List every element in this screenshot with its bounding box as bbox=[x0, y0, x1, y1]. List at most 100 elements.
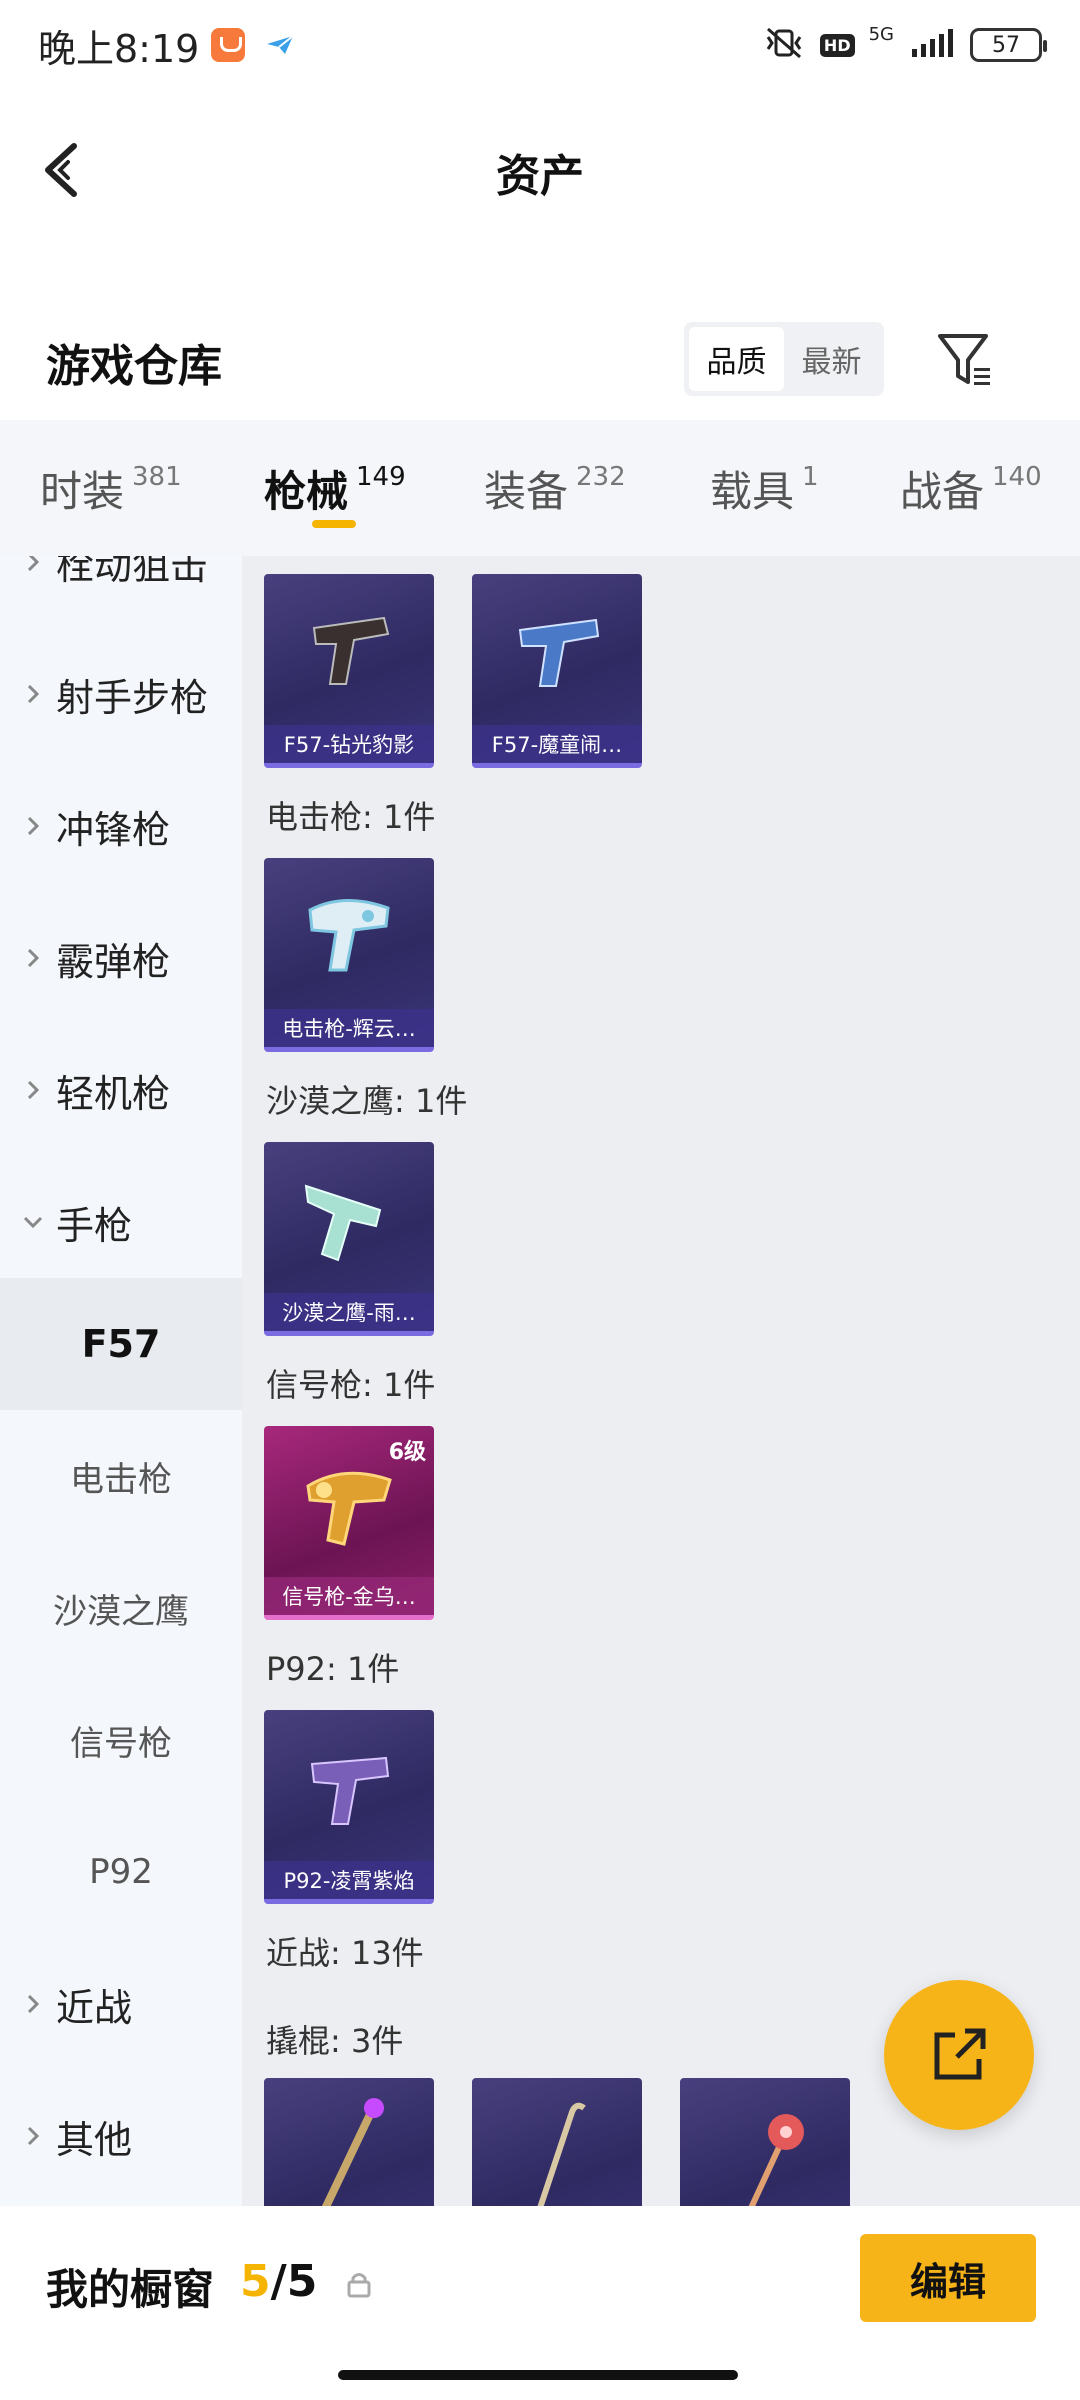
network-label: 5G bbox=[868, 24, 894, 45]
sidebar-subitem-f57[interactable]: F57 bbox=[0, 1278, 242, 1410]
sidebar-item-label: 射手步枪 bbox=[56, 675, 209, 720]
mute-vibrate-icon bbox=[762, 25, 806, 65]
tab-count: 140 bbox=[992, 462, 1042, 492]
edit-button[interactable]: 编辑 bbox=[860, 2234, 1036, 2322]
lock-icon bbox=[347, 2273, 371, 2298]
battery-icon: 57 bbox=[970, 28, 1047, 62]
pistol-icon bbox=[312, 616, 390, 685]
sidebar-subitem-desert-eagle[interactable]: 沙漠之鹰 bbox=[0, 1542, 242, 1674]
weapon-grid: F57-钻光豹影 F57-魔童闹… 电击枪: 1件 电击枪-辉云… 沙漠之鹰: … bbox=[242, 556, 1080, 2206]
sidebar-item-lmg[interactable]: 轻机枪 bbox=[0, 1024, 242, 1156]
sidebar-item-smg[interactable]: 冲锋枪 bbox=[0, 760, 242, 892]
crowbar-icon bbox=[537, 2102, 586, 2206]
warehouse-header: 游戏仓库 品质 最新 bbox=[0, 310, 1080, 410]
tab-equipment[interactable]: 装备 232 bbox=[484, 458, 626, 519]
pistol-icon bbox=[310, 1756, 390, 1825]
weapon-card-label: F57-钻光豹影 bbox=[264, 725, 434, 763]
sidebar-item-label: 近战 bbox=[56, 1985, 133, 2030]
tab-label: 装备 bbox=[484, 467, 569, 516]
section-flare-gun: 信号枪: 1件 bbox=[266, 1366, 436, 1404]
sort-quality-option[interactable]: 品质 bbox=[689, 327, 784, 391]
sort-newest-option[interactable]: 最新 bbox=[784, 327, 879, 391]
sidebar-item-shotgun[interactable]: 霰弹枪 bbox=[0, 892, 242, 1024]
chevron-down-icon bbox=[22, 1211, 44, 1233]
sidebar-item-label: 轻机枪 bbox=[56, 1071, 171, 1116]
section-p92: P92: 1件 bbox=[266, 1650, 400, 1688]
pistol-icon bbox=[304, 1184, 382, 1262]
sidebar-item-label: 霰弹枪 bbox=[56, 939, 171, 984]
weapon-card[interactable]: 沙漠之鹰-雨… bbox=[264, 1142, 434, 1336]
tab-fashion[interactable]: 时装 381 bbox=[40, 458, 182, 519]
sidebar-item-melee[interactable]: 近战 bbox=[0, 1938, 242, 2070]
home-indicator[interactable] bbox=[338, 2370, 738, 2380]
weapon-card-label: F57-魔童闹… bbox=[472, 725, 642, 763]
chevron-right-icon bbox=[22, 947, 44, 969]
chevron-right-icon bbox=[22, 1993, 44, 2015]
section-crowbar: 撬棍: 3件 bbox=[266, 2022, 404, 2060]
chevron-right-icon bbox=[22, 1079, 44, 1101]
sidebar-item-label: 手枪 bbox=[56, 1203, 133, 1248]
sidebar-item-label: 栓动狙击 bbox=[56, 556, 209, 588]
filter-icon bbox=[938, 334, 990, 385]
share-fab-button[interactable] bbox=[884, 1980, 1034, 2130]
weapon-category-sidebar: 栓动狙击 射手步枪 冲锋枪 霰弹枪 轻机枪 手枪 F57 电击枪 沙漠之鹰 信号… bbox=[0, 556, 242, 2206]
category-tabs: 时装 381 枪械 149 装备 232 载具 1 战备 140 bbox=[0, 420, 1080, 556]
weapon-card[interactable]: P92-凌霄紫焰 bbox=[264, 1710, 434, 1904]
tab-vehicles[interactable]: 载具 1 bbox=[710, 458, 819, 519]
staff-icon bbox=[321, 2098, 384, 2206]
showcase-count: 5/5 bbox=[240, 2256, 317, 2307]
pistol-icon bbox=[518, 618, 600, 687]
filter-button[interactable] bbox=[936, 324, 996, 394]
sidebar-item-label: 其他 bbox=[56, 2117, 133, 2162]
weapon-card[interactable]: 电击枪-辉云… bbox=[264, 858, 434, 1052]
sidebar-item-bolt-sniper[interactable]: 栓动狙击 bbox=[0, 556, 242, 628]
showcase-total: 5 bbox=[286, 2256, 318, 2307]
signal-icon bbox=[908, 27, 956, 63]
tab-label: 载具 bbox=[710, 467, 795, 516]
tab-firearms[interactable]: 枪械 149 bbox=[264, 458, 406, 519]
tab-count: 1 bbox=[802, 462, 819, 492]
warehouse-title: 游戏仓库 bbox=[46, 341, 222, 392]
section-stun-gun: 电击枪: 1件 bbox=[266, 798, 436, 836]
weapon-card[interactable] bbox=[264, 2078, 434, 2206]
sidebar-subitem-flare-gun[interactable]: 信号枪 bbox=[0, 1674, 242, 1806]
active-tab-indicator bbox=[312, 520, 356, 528]
tab-count: 149 bbox=[356, 462, 406, 492]
sidebar-subitem-p92[interactable]: P92 bbox=[0, 1806, 242, 1938]
showcase-separator: / bbox=[270, 2256, 287, 2307]
tab-label: 枪械 bbox=[264, 467, 349, 516]
stun-gun-icon bbox=[308, 899, 390, 972]
hd-badge: HD bbox=[819, 33, 855, 57]
status-time: 晚上8:19 bbox=[38, 26, 200, 71]
chevron-right-icon bbox=[22, 556, 44, 573]
chevron-right-icon bbox=[22, 2125, 44, 2147]
sidebar-subitem-stun-gun[interactable]: 电击枪 bbox=[0, 1410, 242, 1542]
chevron-right-icon bbox=[22, 815, 44, 837]
weapon-card[interactable]: 6级 信号枪-金乌… bbox=[264, 1426, 434, 1620]
tab-label: 时装 bbox=[40, 467, 125, 516]
tab-count: 232 bbox=[576, 462, 626, 492]
weapon-card[interactable] bbox=[472, 2078, 642, 2206]
sidebar-item-other[interactable]: 其他 bbox=[0, 2070, 242, 2202]
sidebar-item-label: 冲锋枪 bbox=[56, 807, 171, 852]
weapon-card-label: 沙漠之鹰-雨… bbox=[264, 1293, 434, 1331]
sidebar-item-pistol[interactable]: 手枪 bbox=[0, 1156, 242, 1288]
title-bar: 资产 bbox=[0, 110, 1080, 230]
external-link-icon bbox=[934, 2028, 986, 2080]
tab-gear[interactable]: 战备 140 bbox=[900, 458, 1042, 519]
weapon-card[interactable] bbox=[680, 2078, 850, 2206]
send-plane-icon bbox=[265, 34, 295, 56]
sort-toggle: 品质 最新 bbox=[684, 322, 884, 396]
weapon-card[interactable]: F57-魔童闹… bbox=[472, 574, 642, 768]
sidebar-item-marksman[interactable]: 射手步枪 bbox=[0, 628, 242, 760]
shopping-app-icon bbox=[211, 28, 246, 62]
weapon-card[interactable]: F57-钻光豹影 bbox=[264, 574, 434, 768]
pinwheel-icon bbox=[748, 2114, 804, 2206]
weapon-card-label: P92-凌霄紫焰 bbox=[264, 1861, 434, 1899]
section-melee: 近战: 13件 bbox=[266, 1934, 424, 1972]
weapon-card-label: 信号枪-金乌… bbox=[264, 1577, 434, 1615]
chevron-right-icon bbox=[22, 683, 44, 705]
status-bar: 晚上8:19 HD 5G 57 bbox=[0, 0, 1080, 90]
showcase-current: 5 bbox=[240, 2256, 271, 2307]
tab-label: 战备 bbox=[900, 467, 985, 516]
